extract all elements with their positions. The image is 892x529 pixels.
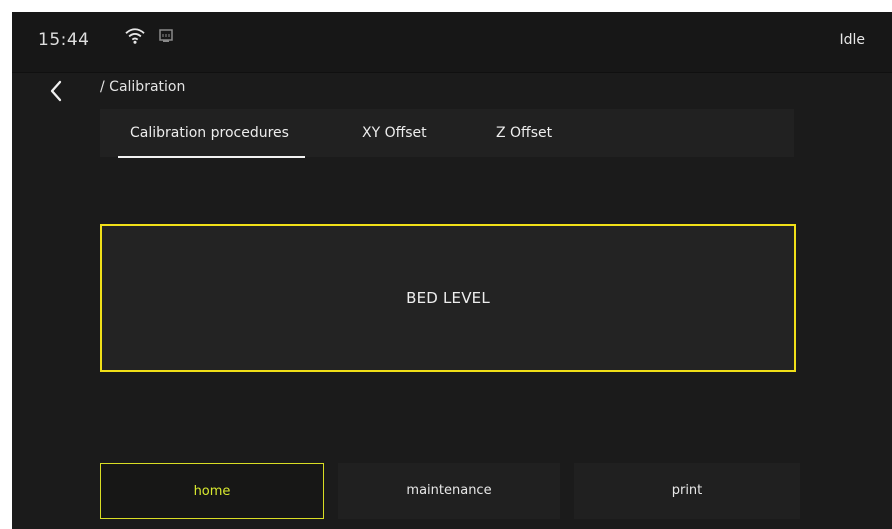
tab-calibration-procedures[interactable]: Calibration procedures [118,109,305,158]
nav-maintenance-button[interactable]: maintenance [338,463,560,519]
printer-status: Idle [839,32,865,48]
breadcrumb: / Calibration [100,79,186,95]
nav-home-button[interactable]: home [100,463,324,519]
status-bar: 15:44 Idle [12,12,892,73]
tab-xy-offset[interactable]: XY Offset [362,109,427,157]
printer-screen: 15:44 Idle / Calibration Calibration pro… [12,12,892,529]
back-button[interactable] [42,76,72,106]
bed-level-button[interactable]: BED LEVEL [100,224,796,372]
ethernet-icon [159,29,173,42]
bottom-navigation: home maintenance print [100,463,800,521]
back-chevron-icon [50,80,62,102]
tab-z-offset[interactable]: Z Offset [496,109,552,157]
clock-time: 15:44 [38,30,90,50]
wifi-icon [125,28,145,44]
calibration-tabs: Calibration procedures XY Offset Z Offse… [100,109,794,158]
nav-print-button[interactable]: print [574,463,800,519]
